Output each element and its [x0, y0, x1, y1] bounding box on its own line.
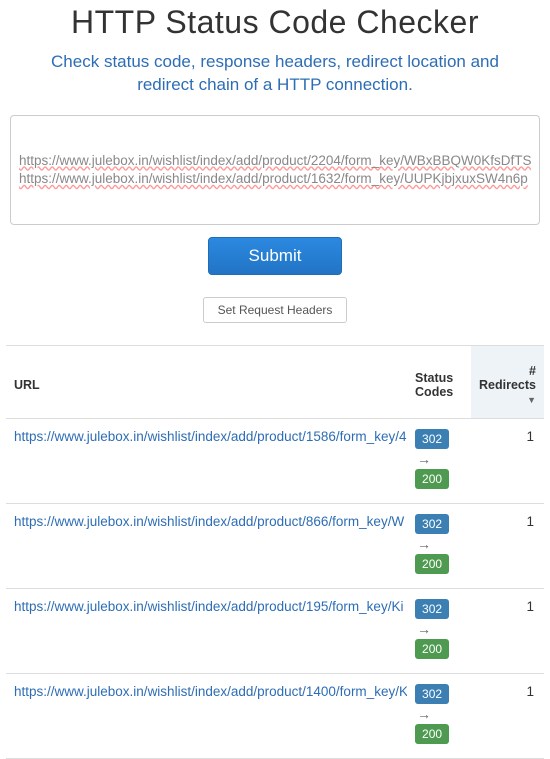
- url-cell: https://www.julebox.in/wishlist/index/ad…: [6, 503, 407, 588]
- redirects-count: 1: [471, 503, 544, 588]
- status-cell: 302 → 200: [407, 673, 471, 758]
- table-row: https://www.julebox.in/wishlist/index/ad…: [6, 503, 544, 588]
- result-url-link[interactable]: https://www.julebox.in/wishlist/index/ad…: [14, 514, 404, 529]
- url-cell: https://www.julebox.in/wishlist/index/ad…: [6, 588, 407, 673]
- redirect-arrow-icon: →: [415, 706, 463, 722]
- set-request-headers-button[interactable]: Set Request Headers: [203, 297, 348, 323]
- table-row: https://www.julebox.in/wishlist/index/ad…: [6, 673, 544, 758]
- submit-button[interactable]: Submit: [208, 237, 343, 275]
- status-badge: 302: [415, 429, 449, 449]
- status-badge: 200: [415, 554, 449, 574]
- url-cell: https://www.julebox.in/wishlist/index/ad…: [6, 673, 407, 758]
- status-badge: 200: [415, 724, 449, 744]
- col-header-status[interactable]: Status Codes: [407, 345, 471, 418]
- status-badge: 302: [415, 684, 449, 704]
- table-row: https://www.julebox.in/wishlist/index/ad…: [6, 418, 544, 503]
- url-cell: https://www.julebox.in/wishlist/index/ad…: [6, 418, 407, 503]
- redirects-count: 1: [471, 588, 544, 673]
- status-cell: 302 → 200: [407, 418, 471, 503]
- result-url-link[interactable]: https://www.julebox.in/wishlist/index/ad…: [14, 429, 406, 444]
- sort-desc-icon: ▼: [527, 395, 536, 405]
- col-header-redirects-label: # Redirects: [479, 364, 536, 392]
- table-row: https://www.julebox.in/wishlist/index/ad…: [6, 588, 544, 673]
- col-header-url[interactable]: URL: [6, 345, 407, 418]
- redirect-arrow-icon: →: [415, 536, 463, 552]
- redirect-arrow-icon: →: [415, 621, 463, 637]
- status-badge: 302: [415, 599, 449, 619]
- page-subtitle: Check status code, response headers, red…: [34, 51, 516, 97]
- redirect-arrow-icon: →: [415, 451, 463, 467]
- status-badge: 200: [415, 469, 449, 489]
- redirects-count: 1: [471, 418, 544, 503]
- url-textarea[interactable]: https://www.julebox.in/wishlist/index/ad…: [10, 115, 540, 225]
- url-textarea-content[interactable]: https://www.julebox.in/wishlist/index/ad…: [19, 122, 531, 218]
- redirects-count: 1: [471, 673, 544, 758]
- col-header-redirects[interactable]: # Redirects ▼: [471, 345, 544, 418]
- status-cell: 302 → 200: [407, 588, 471, 673]
- status-badge: 200: [415, 639, 449, 659]
- status-cell: 302 → 200: [407, 503, 471, 588]
- status-badge: 302: [415, 514, 449, 534]
- result-url-link[interactable]: https://www.julebox.in/wishlist/index/ad…: [14, 684, 407, 699]
- page-title: HTTP Status Code Checker: [6, 4, 544, 41]
- results-table: URL Status Codes # Redirects ▼ https://w…: [6, 345, 544, 759]
- result-url-link[interactable]: https://www.julebox.in/wishlist/index/ad…: [14, 599, 403, 614]
